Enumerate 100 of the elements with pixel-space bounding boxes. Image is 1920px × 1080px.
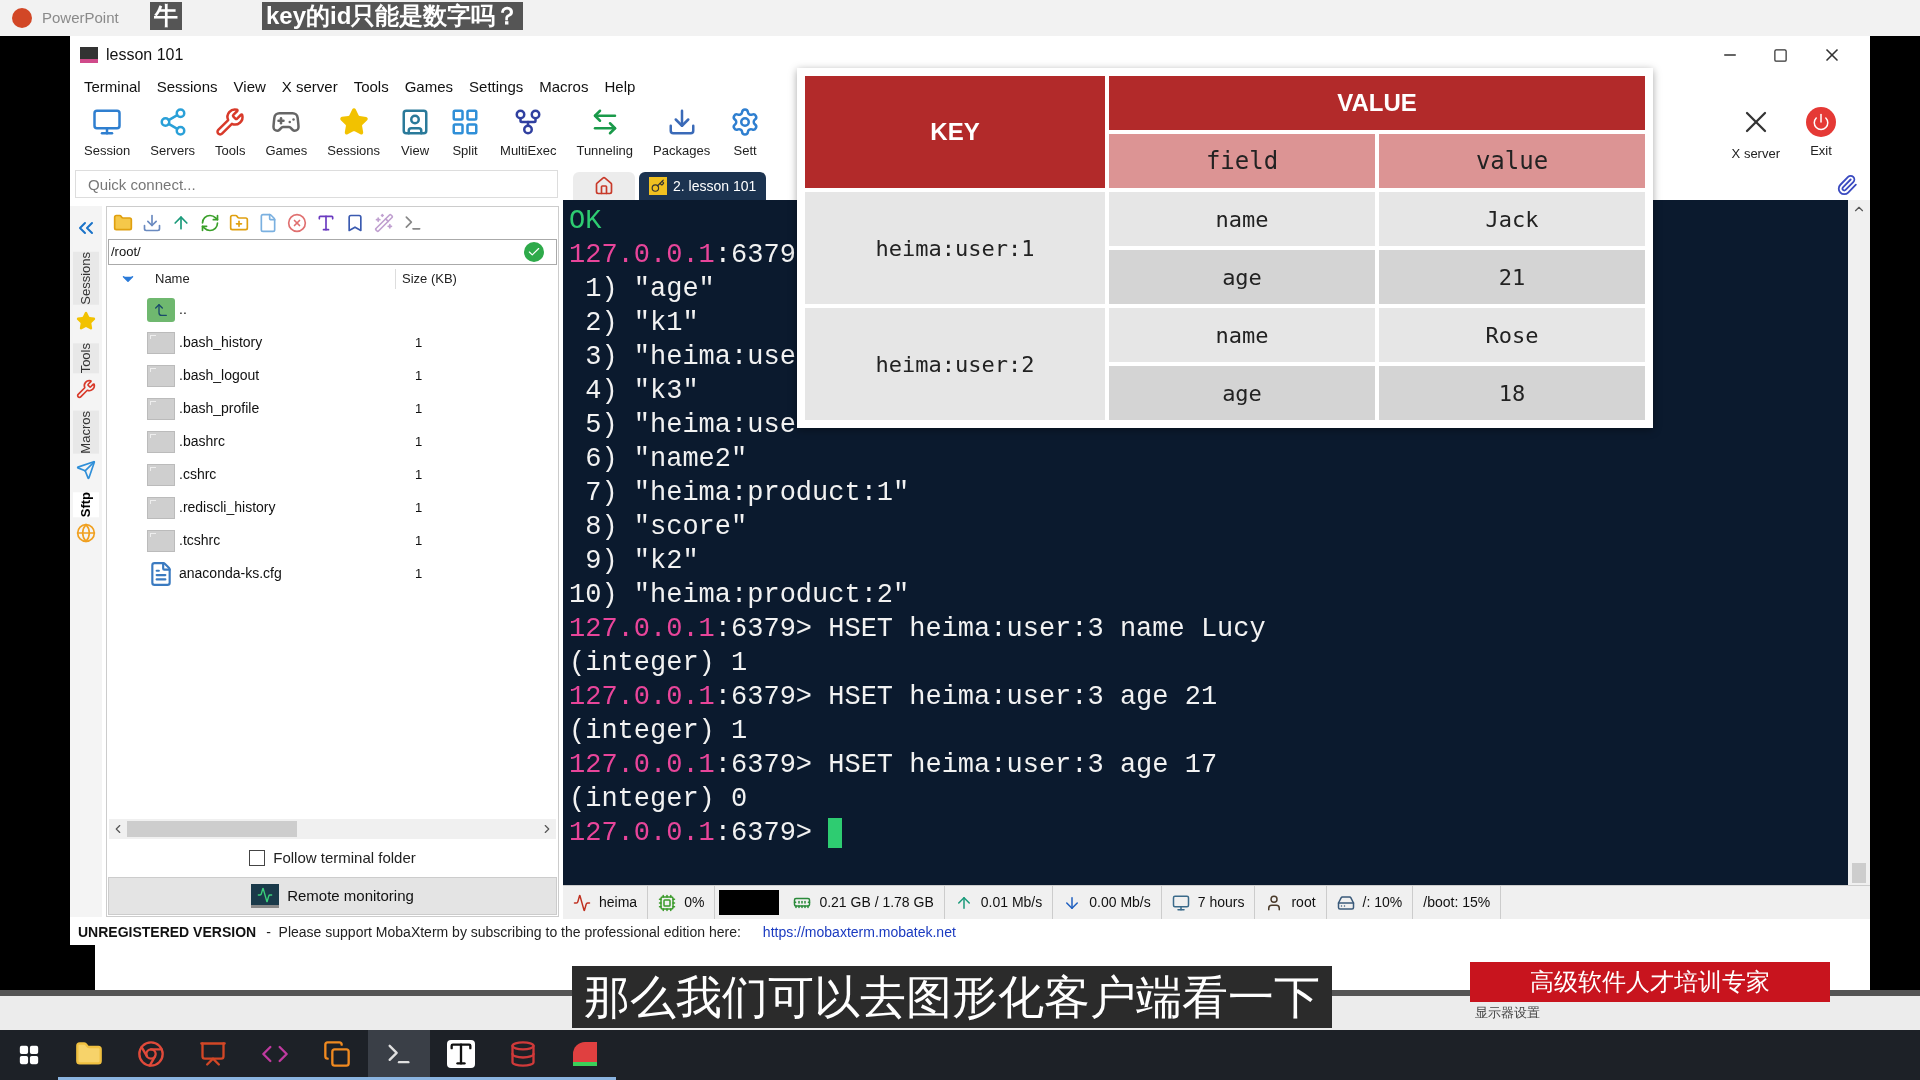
monitor-icon <box>1171 893 1190 912</box>
chip-icon <box>658 893 677 912</box>
toolbar-button[interactable]: Games <box>255 103 318 165</box>
terminal-line: 127.0.0.1:6379> HSET heima:user:3 age 17 <box>569 749 1218 782</box>
toolbar-button[interactable]: Sett <box>720 103 771 165</box>
star-icon <box>76 310 96 331</box>
home-tab[interactable] <box>573 172 635 200</box>
file-row[interactable]: .tcshrc 1 <box>107 524 558 557</box>
table-cell: 21 <box>1379 250 1645 304</box>
window-title: lesson 101 <box>106 45 184 65</box>
menu-item[interactable]: Games <box>396 75 462 99</box>
database-icon <box>509 1039 537 1068</box>
table-cell: name <box>1109 308 1375 362</box>
side-tab[interactable]: Sessions <box>73 252 99 305</box>
toolbar-button[interactable]: Servers <box>140 103 206 165</box>
scroll-thumb[interactable] <box>1852 863 1866 883</box>
rename-icon[interactable] <box>316 213 336 233</box>
video-caption: 牛 <box>150 2 182 30</box>
file-row[interactable]: .rediscli_history 1 <box>107 491 558 524</box>
terminal-line: (integer) 1 <box>569 647 748 680</box>
toolbar-button[interactable]: Tools <box>205 103 256 165</box>
toolbar-button[interactable]: Tunneling <box>566 103 644 165</box>
table-cell: age <box>1109 366 1375 420</box>
session-tab[interactable]: 2. lesson 101 <box>639 172 767 200</box>
toolbar-button[interactable]: Split <box>440 103 491 165</box>
scroll-thumb[interactable] <box>127 821 297 837</box>
terminal-file-icon <box>147 331 175 354</box>
file-row[interactable]: anaconda-ks.cfg 1 <box>107 557 558 590</box>
menu-item[interactable]: Macros <box>531 75 597 99</box>
terminal-line: 10) "heima:product:2" <box>569 579 910 612</box>
horizontal-scrollbar[interactable] <box>109 819 556 839</box>
side-tab[interactable]: Macros <box>73 411 99 454</box>
toolbar-button[interactable]: Session <box>74 103 141 165</box>
path-field[interactable]: /root/ <box>108 239 557 265</box>
toolbar-button[interactable]: Sessions <box>317 103 391 165</box>
side-tab[interactable]: Tools <box>73 342 99 374</box>
terminal-file-icon <box>147 364 175 387</box>
browser-icon <box>137 1039 165 1068</box>
column-header[interactable]: Size (KB) <box>395 269 457 289</box>
terminal-line: 8) "score" <box>584 511 748 544</box>
terminal-file-icon <box>147 463 175 486</box>
menu-item[interactable]: Help <box>596 75 644 99</box>
terminal-file-icon <box>147 529 175 552</box>
cpu-graph <box>719 890 780 915</box>
toolbar-button[interactable]: View <box>390 103 441 165</box>
file-row[interactable]: .cshrc 1 <box>107 458 558 491</box>
paperclip-icon[interactable] <box>1836 174 1858 196</box>
status-text: /: 10% <box>1362 893 1403 912</box>
support-message: - Please support MobaXterm by subscribing to the professional edition here: <box>266 922 741 942</box>
video-subtitle: 那么我们可以去图形化客户端看一下 <box>572 966 1332 1028</box>
terminal-file-icon <box>147 430 175 453</box>
checkbox[interactable] <box>249 850 266 866</box>
maximize-icon[interactable] <box>1773 47 1788 63</box>
quick-connect-field[interactable]: Quick connect... <box>75 170 558 198</box>
toolbar-button[interactable]: X server <box>1721 103 1790 165</box>
download-icon[interactable] <box>142 213 162 233</box>
terminal-line: 4) "k3" <box>584 375 699 408</box>
menu-item[interactable]: Tools <box>345 75 397 99</box>
refresh-icon[interactable] <box>200 213 220 233</box>
table-header: KEY <box>805 76 1105 188</box>
menu-item[interactable]: Terminal <box>76 75 149 99</box>
side-tab[interactable]: Sftp <box>73 491 99 517</box>
vertical-scrollbar[interactable] <box>1848 200 1870 885</box>
file-row[interactable]: .bash_history 1 <box>107 326 558 359</box>
table-cell: Rose <box>1379 308 1645 362</box>
power-icon <box>1806 107 1836 138</box>
status-text: 0.00 Mb/s <box>1089 893 1151 912</box>
menu-item[interactable]: Sessions <box>148 75 226 99</box>
terminal-file-icon <box>147 397 175 420</box>
toolbar-button[interactable]: Exit <box>1796 103 1846 165</box>
parent-folder-icon <box>147 297 175 322</box>
bookmark-icon[interactable] <box>345 213 365 233</box>
terminal-line: 5) "heima:use <box>584 409 796 442</box>
file-row[interactable]: .bash_logout 1 <box>107 359 558 392</box>
star-icon <box>338 107 369 138</box>
file-row[interactable]: .bash_profile 1 <box>107 392 558 425</box>
menu-item[interactable]: View <box>225 75 274 99</box>
remote-monitoring-button[interactable]: Remote monitoring <box>108 877 557 915</box>
toolbar-button[interactable]: Packages <box>643 103 721 165</box>
presentation-title: PowerPoint <box>42 7 119 28</box>
checkbox-label: Follow terminal folder <box>273 847 416 868</box>
file-row[interactable]: .bashrc 1 <box>107 425 558 458</box>
menu-item[interactable]: X server <box>273 75 346 99</box>
wrench-icon <box>76 379 96 400</box>
toolbar-button[interactable]: MultiExec <box>490 103 567 165</box>
column-header[interactable]: Name <box>155 269 395 289</box>
type-icon <box>447 1039 475 1068</box>
website-link[interactable]: https://mobaxterm.mobatek.net <box>762 921 956 943</box>
check-icon <box>524 242 544 262</box>
key-icon <box>649 177 667 195</box>
delete-icon[interactable] <box>287 213 307 233</box>
status-text: 0.01 Mb/s <box>980 893 1043 912</box>
terminal-line: 127.0.0.1:6379> HSET heima:user:3 age 21 <box>569 681 1218 714</box>
status-text: /boot: 15% <box>1423 893 1491 912</box>
wrench-icon <box>215 107 246 138</box>
terminal-icon[interactable] <box>403 213 423 233</box>
terminal-line: 3) "heima:use <box>584 341 796 374</box>
terminal-line: 127.0.0.1:6379> HSET heima:user:3 name Lucy <box>569 613 1266 646</box>
file-row[interactable]: .. <box>107 293 558 326</box>
menu-item[interactable]: Settings <box>461 75 532 99</box>
